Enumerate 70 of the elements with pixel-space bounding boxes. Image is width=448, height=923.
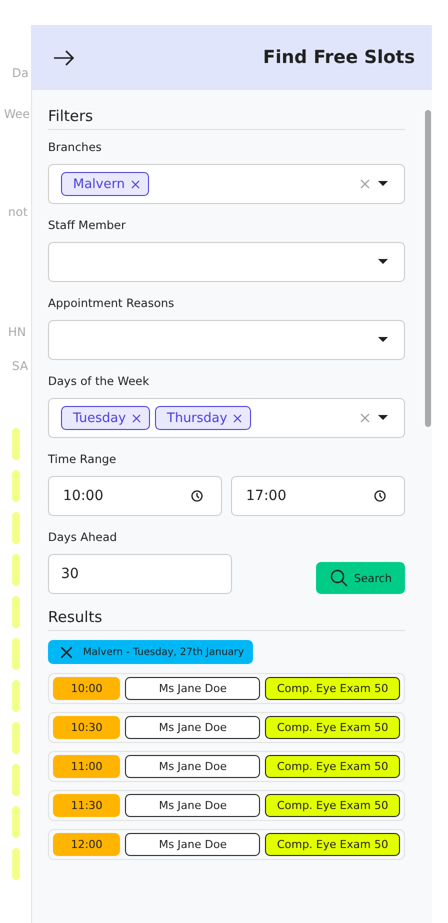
caret-icon[interactable] bbox=[378, 259, 388, 265]
background-text: Da bbox=[12, 66, 29, 80]
highlight-mark bbox=[12, 764, 20, 796]
arrow-right-icon[interactable] bbox=[53, 50, 75, 66]
highlight-mark bbox=[12, 680, 20, 712]
staff-badge: Ms Jane Doe bbox=[125, 794, 260, 817]
section-heading: Results bbox=[48, 608, 405, 631]
remove-icon[interactable] bbox=[233, 414, 242, 422]
search-button[interactable]: Search bbox=[316, 562, 405, 594]
clock-icon[interactable] bbox=[191, 490, 203, 502]
field-label: Appointment Reasons bbox=[48, 296, 176, 310]
select-field[interactable]: Tuesday Thursday bbox=[48, 398, 405, 438]
close-icon[interactable] bbox=[60, 646, 73, 658]
slot-row[interactable]: 11:00 Ms Jane Doe Comp. Eye Exam 50 bbox=[48, 751, 405, 782]
field-label: Time Range bbox=[48, 452, 118, 466]
background-text: SA bbox=[12, 359, 28, 373]
tag-chip[interactable]: Malvern bbox=[61, 172, 149, 196]
background-text: not bbox=[8, 205, 28, 219]
field-label: Days of the Week bbox=[48, 374, 150, 388]
reason-badge: Comp. Eye Exam 50 bbox=[265, 755, 400, 778]
time-field[interactable]: 10:00 bbox=[48, 476, 222, 516]
background-text: HN bbox=[8, 325, 26, 339]
highlight-mark bbox=[12, 428, 20, 460]
slot-row[interactable]: 11:30 Ms Jane Doe Comp. Eye Exam 50 bbox=[48, 790, 405, 821]
highlight-mark bbox=[12, 554, 20, 586]
clear-icon[interactable] bbox=[360, 413, 370, 423]
panel-title: Find Free Slots bbox=[263, 47, 415, 68]
section-heading: Filters bbox=[48, 107, 405, 130]
tag-chip[interactable]: Tuesday bbox=[61, 406, 150, 430]
field-label: Days Ahead bbox=[48, 530, 118, 544]
highlight-mark bbox=[12, 806, 20, 838]
highlight-mark bbox=[12, 512, 20, 544]
number-field[interactable]: 30 bbox=[48, 554, 232, 594]
time-badge: 10:30 bbox=[53, 716, 120, 739]
background-text: Wee bbox=[4, 107, 30, 121]
highlight-mark bbox=[12, 470, 20, 502]
reason-badge: Comp. Eye Exam 50 bbox=[265, 716, 400, 739]
time-badge: 11:00 bbox=[53, 755, 120, 778]
time-field[interactable]: 17:00 bbox=[231, 476, 405, 516]
highlight-mark bbox=[12, 848, 20, 880]
staff-badge: Ms Jane Doe bbox=[125, 755, 260, 778]
slot-row[interactable]: 12:00 Ms Jane Doe Comp. Eye Exam 50 bbox=[48, 829, 405, 860]
staff-badge: Ms Jane Doe bbox=[125, 677, 260, 700]
staff-badge: Ms Jane Doe bbox=[125, 833, 260, 856]
reason-badge: Comp. Eye Exam 50 bbox=[265, 794, 400, 817]
clear-icon[interactable] bbox=[360, 179, 370, 189]
reason-badge: Comp. Eye Exam 50 bbox=[265, 677, 400, 700]
remove-icon[interactable] bbox=[132, 414, 141, 422]
clock-icon[interactable] bbox=[374, 490, 386, 502]
search-icon[interactable] bbox=[330, 569, 348, 587]
field-label: Branches bbox=[48, 140, 103, 154]
reason-badge: Comp. Eye Exam 50 bbox=[265, 833, 400, 856]
slot-row[interactable]: 10:00 Ms Jane Doe Comp. Eye Exam 50 bbox=[48, 673, 405, 704]
highlight-mark bbox=[12, 596, 20, 628]
result-group-chip[interactable]: Malvern - Tuesday, 27th January bbox=[48, 640, 253, 664]
caret-icon[interactable] bbox=[378, 337, 388, 343]
highlight-mark bbox=[12, 722, 20, 754]
staff-badge: Ms Jane Doe bbox=[125, 716, 260, 739]
tag-chip[interactable]: Thursday bbox=[154, 406, 252, 430]
remove-icon[interactable] bbox=[130, 180, 140, 188]
time-badge: 10:00 bbox=[53, 677, 120, 700]
time-badge: 11:30 bbox=[53, 794, 120, 817]
slot-row[interactable]: 10:30 Ms Jane Doe Comp. Eye Exam 50 bbox=[48, 712, 405, 743]
time-badge: 12:00 bbox=[53, 833, 120, 856]
scrollbar-thumb[interactable] bbox=[425, 110, 431, 427]
caret-icon[interactable] bbox=[378, 181, 388, 187]
highlight-mark bbox=[12, 638, 20, 670]
field-label: Staff Member bbox=[48, 218, 127, 232]
caret-icon[interactable] bbox=[378, 415, 388, 421]
select-field[interactable]: Malvern bbox=[48, 164, 405, 204]
